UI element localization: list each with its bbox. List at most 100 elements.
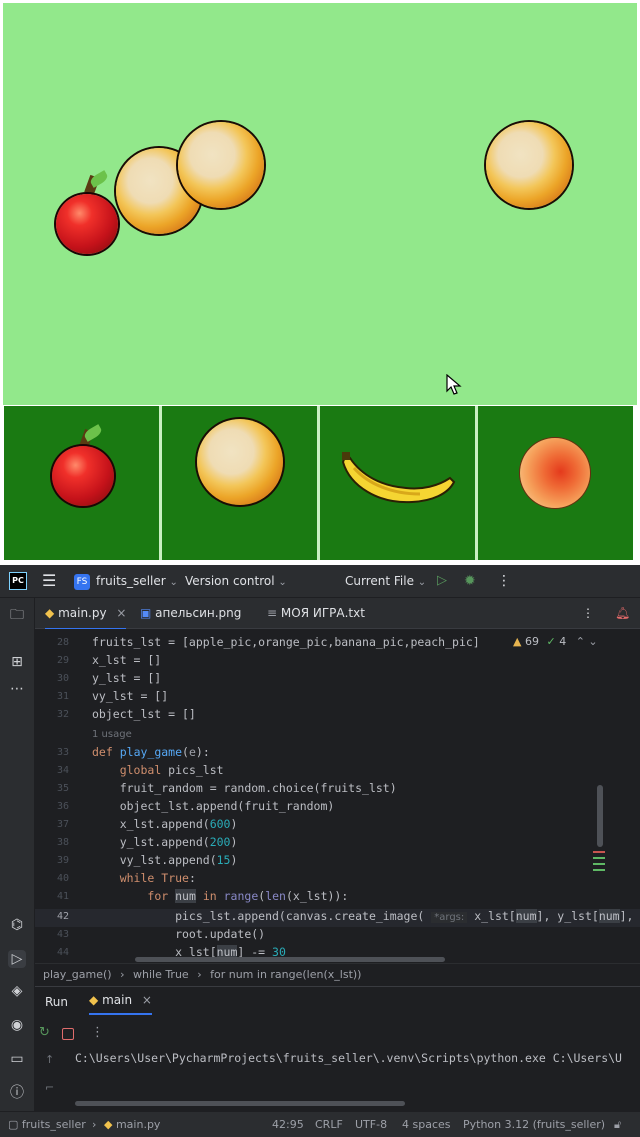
tab-orange-png[interactable]: ▣ апельсин.png: [140, 598, 241, 628]
problems-icon[interactable]: ⓘ: [8, 1084, 26, 1102]
code-line: for num in range(len(x_lst)):: [147, 889, 349, 903]
services-icon[interactable]: ◉: [8, 1016, 26, 1034]
code-editor[interactable]: ▲ 69 ✓ 4 ⌃ ⌄ 28 fruits_lst = [apple_pic,…: [35, 629, 640, 963]
run-tab-label: main: [102, 993, 133, 1007]
soft-wrap-icon[interactable]: ⌐: [45, 1081, 54, 1094]
vertical-scrollbar[interactable]: [597, 785, 603, 847]
tab-main-py[interactable]: ◆ main.py ×: [45, 598, 127, 630]
parameter-hint: *args:: [431, 912, 468, 923]
banana-tile[interactable]: [320, 406, 475, 560]
status-project[interactable]: ▢ fruits_seller: [8, 1112, 86, 1137]
stop-icon[interactable]: [62, 1028, 74, 1040]
line-number: 39: [56, 855, 69, 866]
code-line: object_lst = []: [92, 707, 196, 721]
debug-icon[interactable]: ✹: [464, 565, 476, 597]
code-line: x_lst = []: [92, 653, 162, 667]
code-line: while True:: [119, 871, 196, 885]
run-config-selector[interactable]: Current File ⌄: [345, 565, 426, 597]
chevron-up-icon[interactable]: ⌃: [576, 635, 585, 648]
tab-label: main.py: [58, 606, 107, 620]
terminal-icon[interactable]: ▭: [8, 1050, 26, 1068]
peach-tile[interactable]: [478, 406, 633, 560]
orange-tile[interactable]: [162, 406, 317, 560]
status-bar: ▢ fruits_seller › ◆ main.py 42:95 CRLF U…: [0, 1111, 640, 1137]
game-canvas[interactable]: [0, 0, 640, 565]
warning-icon: ▲: [513, 635, 522, 648]
ide-window: PC ☰ FS fruits_seller ⌄ Version control ⌄…: [0, 565, 640, 1137]
apple-icon: [52, 446, 114, 506]
hamburger-menu-icon[interactable]: ☰: [42, 565, 56, 597]
line-number: 40: [56, 873, 69, 884]
python-file-icon: ◆: [104, 1118, 113, 1131]
line-number: 35: [56, 783, 69, 794]
rerun-icon[interactable]: ↻: [39, 1025, 50, 1040]
version-control-label: Version control: [185, 574, 275, 588]
line-number: 30: [56, 673, 69, 684]
line-number: 43: [56, 929, 69, 940]
code-line: def play_game(e):: [92, 745, 210, 759]
change-marker: [593, 857, 605, 859]
orange-sprite: [178, 122, 264, 208]
layers-icon[interactable]: ◈: [8, 982, 26, 1000]
status-project-label: fruits_seller: [21, 1118, 86, 1131]
breadcrumb-item[interactable]: while True: [133, 968, 189, 981]
structure-icon[interactable]: ⊞: [8, 653, 26, 671]
inspection-widget[interactable]: ▲ 69 ✓ 4 ⌃ ⌄: [513, 635, 598, 648]
code-line: vy_lst = []: [92, 689, 169, 703]
line-number: 29: [56, 655, 69, 666]
chevron-down-icon[interactable]: ⌄: [588, 635, 597, 648]
caret-position[interactable]: 42:95: [272, 1112, 304, 1137]
line-number: 36: [56, 801, 69, 812]
version-control-menu[interactable]: Version control ⌄: [185, 565, 287, 597]
close-icon[interactable]: ×: [116, 606, 126, 620]
more-actions-icon[interactable]: ⋮: [91, 1025, 104, 1040]
breadcrumb-item[interactable]: play_game(): [43, 968, 112, 981]
folder-icon[interactable]: 🗀: [8, 606, 26, 624]
project-selector[interactable]: FS fruits_seller ⌄: [74, 565, 178, 597]
apple-tile[interactable]: [4, 406, 159, 560]
line-separator[interactable]: CRLF: [315, 1112, 343, 1137]
more-tools-icon[interactable]: ⋯: [8, 680, 26, 698]
scroll-up-icon[interactable]: ↑: [45, 1053, 54, 1066]
warning-count: 69: [524, 635, 539, 648]
horizontal-scrollbar[interactable]: [135, 957, 445, 962]
check-icon: ✓: [546, 635, 556, 648]
chevron-down-icon: ⌄: [417, 577, 427, 588]
line-number: 32: [56, 709, 69, 720]
line-number: 37: [56, 819, 69, 830]
notifications-icon[interactable]: 🔔︎: [615, 598, 630, 628]
indent-setting[interactable]: 4 spaces: [402, 1112, 451, 1137]
left-tool-strip: 🗀 ⊞ ⋯ ⌬ ▷ ◈ ◉ ▭ ⓘ ⑂: [0, 598, 35, 1136]
run-icon[interactable]: ▷: [437, 565, 447, 597]
chevron-down-icon: ⌄: [169, 577, 178, 588]
project-name: fruits_seller: [96, 574, 166, 588]
file-encoding[interactable]: UTF-8: [355, 1112, 387, 1137]
console-output[interactable]: C:\Users\User\PycharmProjects\fruits_sel…: [75, 1051, 622, 1065]
tab-game-txt[interactable]: ≡ МОЯ ИГРА.txt: [267, 598, 365, 628]
tab-main-run[interactable]: ◆ main ×: [89, 987, 152, 1015]
status-file-label: main.py: [115, 1118, 161, 1131]
breadcrumb-item[interactable]: for num in range(len(x_lst)): [210, 968, 361, 981]
run-config-label: Current File: [345, 574, 414, 588]
code-line: x_lst.append(600): [92, 817, 238, 831]
python-file-icon: ◆: [89, 993, 99, 1007]
usage-hint[interactable]: 1 usage: [92, 729, 132, 740]
code-line: object_lst.append(fruit_random): [92, 799, 335, 813]
line-number: 44: [56, 947, 69, 958]
code-line: fruit_random = random.choice(fruits_lst): [92, 781, 397, 795]
python-console-icon[interactable]: ⌬: [8, 916, 26, 934]
main-toolbar: PC ☰ FS fruits_seller ⌄ Version control ⌄…: [0, 565, 640, 598]
breadcrumb: play_game() › while True › for num in ra…: [35, 963, 640, 986]
python-interpreter[interactable]: Python 3.12 (fruits_seller): [463, 1112, 605, 1137]
text-file-icon: ≡: [267, 606, 278, 620]
line-number: 33: [56, 747, 69, 758]
code-line: y_lst.append(200): [92, 835, 238, 849]
close-icon[interactable]: ×: [142, 993, 152, 1007]
more-actions-icon[interactable]: ⋮: [497, 565, 511, 597]
code-line: global pics_lst: [119, 763, 224, 777]
console-scrollbar[interactable]: [75, 1101, 405, 1106]
run-tool-icon[interactable]: ▷: [8, 950, 26, 968]
lock-icon[interactable]: 🔓︎: [614, 1112, 621, 1137]
status-file[interactable]: ◆ main.py: [104, 1112, 160, 1137]
tab-options-icon[interactable]: ⋮: [582, 598, 594, 628]
